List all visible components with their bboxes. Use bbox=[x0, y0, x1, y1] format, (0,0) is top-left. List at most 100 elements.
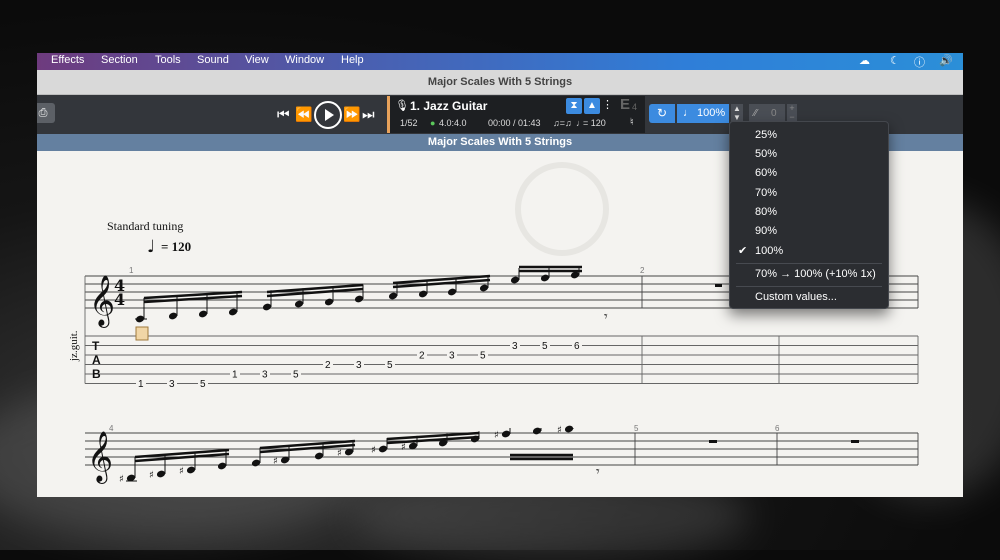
sharp-sign: ♯ bbox=[337, 448, 342, 459]
treble-clef-icon: 𝄞 bbox=[89, 275, 115, 328]
tab-number: 1 bbox=[138, 379, 144, 390]
key-octave: 4 bbox=[632, 102, 638, 112]
metronome-hourglass-icon[interactable]: ⧗ bbox=[566, 98, 582, 114]
rewind-icon[interactable]: ⏪ bbox=[295, 101, 312, 127]
eighth-rest-icon: 𝄾 bbox=[596, 464, 600, 480]
speed-option[interactable]: 50% bbox=[730, 145, 888, 164]
speed-option[interactable]: 60% bbox=[730, 164, 888, 183]
tuning-fork-icon[interactable]: ♮ bbox=[630, 117, 634, 128]
menu-window[interactable]: Window bbox=[285, 54, 324, 66]
fast-forward-icon[interactable]: ⏩ bbox=[343, 101, 360, 127]
tab-number: 5 bbox=[542, 341, 548, 352]
menu-view[interactable]: View bbox=[245, 54, 269, 66]
tab-letter: T bbox=[92, 339, 100, 353]
tab-number: 2 bbox=[325, 360, 331, 371]
moon-icon[interactable]: ☾ bbox=[890, 54, 900, 67]
volume-icon[interactable]: 🔊 bbox=[939, 54, 953, 67]
eighth-rest-icon: 𝄾 bbox=[604, 309, 608, 325]
divider bbox=[736, 263, 882, 264]
notes-system-1 bbox=[135, 265, 582, 323]
bar-number: 2 bbox=[640, 266, 645, 275]
cloud-icon[interactable]: ☁ bbox=[859, 54, 870, 67]
sharp-sign: ♯ bbox=[557, 425, 562, 436]
tab-number: 2 bbox=[419, 351, 425, 362]
tab-number: 3 bbox=[449, 351, 455, 362]
bar-position: 1/52 bbox=[400, 118, 418, 128]
progressive-speed-option[interactable]: 70% → 100% (+10% 1x) bbox=[730, 265, 888, 284]
tempo-note-icon: ♩ bbox=[147, 237, 155, 257]
menu-sound[interactable]: Sound bbox=[197, 54, 229, 66]
triplet-feel-icon[interactable]: ♫=♫ bbox=[553, 118, 572, 128]
metronome-icon[interactable]: ▲ bbox=[584, 98, 600, 114]
tempo-marking: = 120 bbox=[161, 239, 191, 254]
speed-option[interactable]: 25% bbox=[730, 126, 888, 145]
menu-tools[interactable]: Tools bbox=[155, 54, 181, 66]
menu-effects[interactable]: Effects bbox=[51, 54, 84, 66]
sharp-sign: ♯ bbox=[119, 474, 124, 485]
whole-rest-icon bbox=[715, 284, 722, 287]
menu-bar: Effects Section Tools Sound View Window … bbox=[37, 53, 963, 70]
speed-option[interactable]: 90% bbox=[730, 222, 888, 241]
loop-icon[interactable]: ↻ bbox=[649, 104, 675, 123]
speed-option-selected[interactable]: ✔ 100% bbox=[730, 242, 888, 261]
time-signature-readout: 4.0:4.0 bbox=[439, 118, 467, 128]
more-options-icon[interactable]: ⋮ bbox=[602, 98, 613, 111]
tab-numbers: 1 3 5 1 3 5 2 3 5 2 3 5 3 5 6 bbox=[136, 340, 582, 390]
tempo-readout: = 120 bbox=[583, 118, 606, 128]
sharp-sign: ♯ bbox=[401, 442, 406, 453]
whole-rest-icon bbox=[851, 440, 859, 443]
tab-letter: A bbox=[92, 353, 101, 367]
treble-clef-icon: 𝄞 bbox=[87, 431, 113, 484]
bar-number: 5 bbox=[634, 424, 639, 433]
speed-dropdown-menu: 25% 50% 60% 70% 80% 90% ✔ 100% 70% → 100… bbox=[729, 121, 889, 309]
playback-cursor bbox=[135, 326, 149, 341]
info-icon[interactable]: ⓘ bbox=[914, 54, 925, 70]
track-name: 1. Jazz Guitar bbox=[410, 99, 488, 113]
skip-end-icon[interactable]: ⏭ bbox=[362, 101, 375, 127]
logo-watermark bbox=[515, 162, 609, 256]
key-label: E bbox=[620, 96, 631, 113]
instrument-label: jz.guit. bbox=[68, 330, 80, 362]
bar-number: 6 bbox=[775, 424, 780, 433]
sharp-sign: ♯ bbox=[149, 470, 154, 481]
sharp-sign: ♯ bbox=[179, 466, 184, 477]
status-dot-icon: ● bbox=[430, 118, 436, 128]
custom-values-option[interactable]: Custom values... bbox=[730, 288, 888, 307]
quarter-note-icon: ♩ bbox=[683, 107, 694, 119]
sharp-sign: ♯ bbox=[494, 430, 499, 441]
speed-option[interactable]: 80% bbox=[730, 203, 888, 222]
notes-system-2: ♯ ♯ ♯ ♯ ♯ ♯ ♯ ♯ ♯ bbox=[119, 425, 574, 485]
speed-option[interactable]: 70% bbox=[730, 184, 888, 203]
skip-start-icon[interactable]: ⏮ bbox=[277, 101, 290, 127]
microphone-icon: 🎙 bbox=[395, 100, 409, 112]
sharp-sign: ♯ bbox=[273, 456, 278, 467]
tab-number: 1 bbox=[232, 370, 238, 381]
time-readout: 00:00 / 01:43 bbox=[488, 118, 541, 128]
speed-dropdown[interactable]: ♩ 100% bbox=[677, 104, 729, 123]
staff-system-2 bbox=[85, 432, 919, 466]
checkmark-icon: ✔ bbox=[738, 245, 748, 257]
tab-number: 6 bbox=[574, 341, 580, 352]
tab-number: 5 bbox=[293, 370, 299, 381]
tab-number: 3 bbox=[262, 370, 268, 381]
tab-number: 5 bbox=[387, 360, 393, 371]
window-title: Major Scales With 5 Strings bbox=[37, 70, 963, 95]
tab-number: 3 bbox=[169, 379, 175, 390]
app-window: Effects Section Tools Sound View Window … bbox=[37, 53, 963, 497]
divider bbox=[736, 286, 882, 287]
tab-number: 3 bbox=[356, 360, 362, 371]
sharp-sign: ♯ bbox=[371, 445, 376, 456]
tab-number: 5 bbox=[480, 351, 486, 362]
tab-letter: B bbox=[92, 367, 101, 381]
menu-section[interactable]: Section bbox=[101, 54, 138, 66]
print-icon[interactable]: ⎙ bbox=[37, 103, 55, 123]
bar-number: 4 bbox=[109, 424, 114, 433]
bar-number: 1 bbox=[129, 266, 134, 275]
track-panel[interactable]: 🎙 1. Jazz Guitar 1/52 ● 4.0:4.0 00:00 / … bbox=[387, 96, 645, 133]
menu-help[interactable]: Help bbox=[341, 54, 364, 66]
tab-number: 3 bbox=[512, 341, 518, 352]
speed-value: 100% bbox=[697, 107, 726, 119]
play-button[interactable] bbox=[314, 101, 342, 129]
whole-rest-icon bbox=[709, 440, 717, 443]
tuning-label: Standard tuning bbox=[107, 219, 183, 233]
